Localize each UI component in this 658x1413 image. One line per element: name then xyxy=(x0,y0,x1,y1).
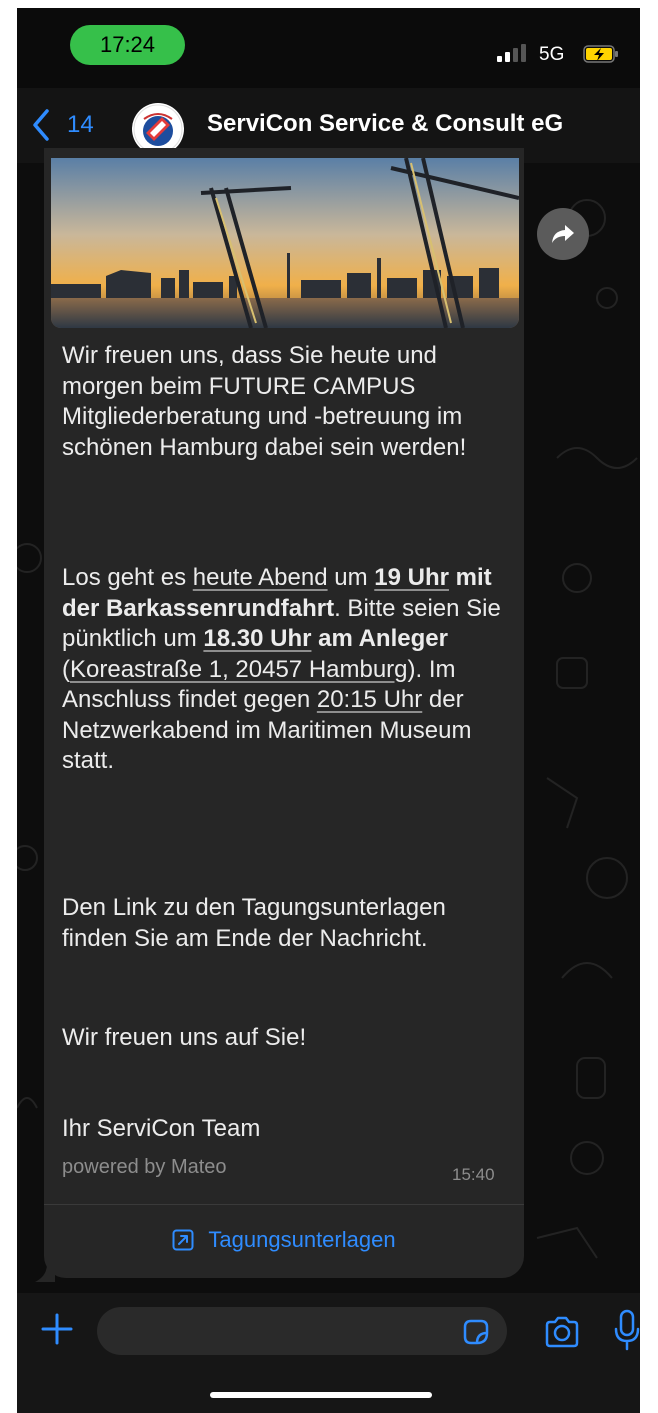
home-indicator[interactable] xyxy=(210,1392,432,1398)
powered-by-note: powered by Mateo xyxy=(62,1156,227,1178)
time-link-1830-uhr[interactable]: 18.30 Uhr xyxy=(203,625,311,652)
time-link-2015-uhr[interactable]: 20:15 Uhr xyxy=(317,686,422,713)
text-segment: Los geht es xyxy=(62,564,193,591)
text-segment: ( xyxy=(62,655,70,683)
harbor-photo[interactable] xyxy=(51,158,519,328)
message-input[interactable] xyxy=(97,1307,507,1355)
text-bold-anleger: am Anleger xyxy=(311,625,448,652)
message-paragraph-link-note: Den Link zu den Tagungsunterlagen finden… xyxy=(62,894,446,952)
phone-screen: 17:24 5G 14 ServiCon Service & Consult e… xyxy=(17,8,640,1413)
external-link-icon xyxy=(172,1229,194,1251)
plus-icon[interactable] xyxy=(39,1311,75,1347)
forward-icon xyxy=(552,225,574,243)
link-button-label: Tagungsunterlagen xyxy=(208,1227,396,1252)
camera-icon[interactable] xyxy=(543,1315,581,1349)
microphone-icon[interactable] xyxy=(614,1309,640,1351)
signal-icon xyxy=(497,44,526,62)
sticker-icon[interactable] xyxy=(461,1317,491,1347)
status-time: 17:24 xyxy=(70,25,185,65)
text-segment: um xyxy=(327,564,375,591)
chevron-left-icon[interactable] xyxy=(31,108,51,142)
address-link[interactable]: Koreastraße 1, 20457 Hamburg xyxy=(70,656,408,683)
tagungsunterlagen-link-button[interactable]: Tagungsunterlagen xyxy=(44,1205,524,1275)
message-paragraph-closing: Wir freuen uns auf Sie! xyxy=(62,1024,307,1051)
network-label: 5G xyxy=(539,44,565,65)
date-link-today-evening[interactable]: heute Abend xyxy=(193,564,328,591)
contact-name[interactable]: ServiCon Service & Consult eG xyxy=(207,110,563,138)
message-paragraph-intro: Wir freuen uns, dass Sie heute und morge… xyxy=(62,342,467,461)
message-paragraph-schedule: Los geht es heute Abend um 19 Uhr mit de… xyxy=(62,563,512,777)
time-link-19-uhr[interactable]: 19 Uhr xyxy=(374,564,449,591)
message-signature: Ihr ServiCon Team xyxy=(62,1115,261,1142)
message-timestamp: 15:40 xyxy=(452,1165,495,1184)
forward-button[interactable] xyxy=(537,208,589,260)
battery-charging-icon xyxy=(583,45,618,63)
back-unread-count[interactable]: 14 xyxy=(67,111,94,139)
